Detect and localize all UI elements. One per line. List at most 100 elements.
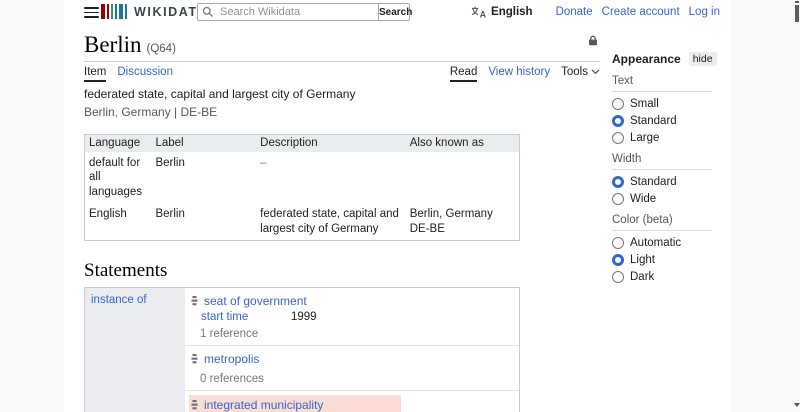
appearance-section-label: Text xyxy=(612,75,712,92)
radio-icon[interactable] xyxy=(612,271,624,283)
language-selector[interactable]: A English xyxy=(471,6,533,18)
property-link-instance-of[interactable]: instance of xyxy=(91,294,147,306)
radio-icon[interactable] xyxy=(612,115,624,127)
statement-qualifiers: start time 1999 xyxy=(201,311,519,323)
appearance-section: Color (beta) Automatic Light Dark xyxy=(612,214,712,283)
tab-item[interactable]: Item xyxy=(84,66,107,82)
statement-references-toggle[interactable]: 0 references xyxy=(200,373,519,385)
appearance-section-label: Width xyxy=(612,153,712,170)
radio-label: Light xyxy=(630,254,655,266)
cell-description: – xyxy=(260,157,267,169)
user-link-log-in[interactable]: Log in xyxy=(689,6,720,18)
qualifier: start time 1999 xyxy=(201,311,519,323)
scrollbar-down-arrow-icon[interactable] xyxy=(794,403,800,410)
radio-icon[interactable] xyxy=(612,98,624,110)
tab-discussion[interactable]: Discussion xyxy=(117,66,173,78)
qualifier-property-link[interactable]: start time xyxy=(201,311,291,323)
radio-option-color-beta-dark[interactable]: Dark xyxy=(612,271,712,283)
page: WIKIDATA Search A English Donat xyxy=(64,0,731,412)
search-button[interactable]: Search xyxy=(378,3,412,21)
statement-value-link[interactable]: seat of government xyxy=(204,294,307,308)
rank-icon[interactable] xyxy=(191,399,198,411)
statement-value-link[interactable]: integrated municipality xyxy=(204,398,323,412)
scrollbar-thumb[interactable] xyxy=(795,5,799,22)
radio-icon[interactable] xyxy=(612,193,624,205)
radio-option-width-wide[interactable]: Wide xyxy=(612,193,712,205)
radio-icon[interactable] xyxy=(612,176,624,188)
statements-list: instance of seat of government start tim… xyxy=(84,286,600,412)
content-area: Berlin (Q64) Item Discussion Read View hist… xyxy=(64,26,620,412)
statement-group: instance of seat of government start tim… xyxy=(84,286,520,412)
vertical-scrollbar[interactable] xyxy=(794,0,800,412)
radio-label: Standard xyxy=(630,176,677,188)
search-input[interactable] xyxy=(197,3,379,21)
rank-icon[interactable] xyxy=(191,295,198,307)
qualifier-value: 1999 xyxy=(291,310,317,323)
column-header-description: Description xyxy=(256,134,406,152)
tab-read[interactable]: Read xyxy=(449,66,478,82)
statement-property-cell: instance of xyxy=(85,287,185,412)
radio-label: Wide xyxy=(630,193,657,205)
radio-option-text-large[interactable]: Large xyxy=(612,132,712,144)
radio-label: Automatic xyxy=(630,237,682,249)
column-header-also-known-as: Also known as xyxy=(405,134,520,152)
tab-view-history[interactable]: View history xyxy=(488,66,550,78)
statements-heading: Statements xyxy=(84,259,168,281)
statement-mainsnak: seat of government xyxy=(189,292,519,310)
tab-tools[interactable]: Tools xyxy=(561,66,600,78)
cell-description: federated state, capital and largest cit… xyxy=(260,208,399,235)
radio-icon[interactable] xyxy=(612,237,624,249)
cell-also-known-as xyxy=(406,152,520,203)
statement-claims: seat of government start time 1999 1 ref… xyxy=(185,288,519,412)
radio-option-width-standard[interactable]: Standard xyxy=(612,176,712,188)
statement: integrated municipality 1 reference xyxy=(185,389,519,412)
radio-option-color-beta-light[interactable]: Light xyxy=(612,254,712,266)
statement-mainsnak: metropolis xyxy=(189,350,519,368)
wikidata-logo-barcode-icon xyxy=(101,4,129,19)
svg-text:A: A xyxy=(480,10,487,18)
terms-table: Language Label Description Also known as de… xyxy=(84,134,520,241)
scrollbar-up-arrow[interactable] xyxy=(795,1,799,3)
statement: metropolis 0 references xyxy=(185,344,519,390)
statement-mainsnak: integrated municipality xyxy=(189,394,401,412)
terms-table-header-row: Language Label Description Also known as xyxy=(84,134,520,152)
radio-option-color-beta-automatic[interactable]: Automatic xyxy=(612,237,712,249)
language-label: English xyxy=(491,6,533,18)
statement-references-toggle[interactable]: 1 reference xyxy=(200,328,519,340)
appearance-title: Appearance xyxy=(612,52,681,66)
protection-lock-icon xyxy=(588,35,598,49)
user-link-create-account[interactable]: Create account xyxy=(602,6,680,18)
cell-label: Berlin xyxy=(155,208,185,221)
cell-language: default for all languages xyxy=(89,157,143,198)
rank-icon[interactable] xyxy=(191,353,198,365)
search-icon xyxy=(202,6,214,18)
topbar: WIKIDATA Search A English Donat xyxy=(64,0,731,26)
radio-option-text-small[interactable]: Small xyxy=(612,98,712,110)
tabs-right: Read View history Tools xyxy=(449,66,600,82)
radio-icon[interactable] xyxy=(612,254,624,266)
menu-icon[interactable] xyxy=(84,7,99,18)
column-header-language: Language xyxy=(84,134,152,152)
statement-value-link[interactable]: metropolis xyxy=(204,352,259,366)
wikidata-logo[interactable]: WIKIDATA xyxy=(101,4,207,19)
radio-option-text-standard[interactable]: Standard xyxy=(612,115,712,127)
radio-icon[interactable] xyxy=(612,132,624,144)
cell-also-known-as: Berlin, Germany DE-BE xyxy=(409,208,493,235)
radio-label: Dark xyxy=(630,271,655,283)
column-header-label: Label xyxy=(151,134,257,152)
tab-bar: Item Discussion Read View history Tools xyxy=(84,62,600,82)
page-title: Berlin xyxy=(84,32,142,57)
search-box: Search xyxy=(197,3,412,21)
chevron-down-icon xyxy=(591,69,600,75)
terms-table-body: default for all languages Berlin – Engli… xyxy=(85,152,520,240)
table-row: English Berlin federated state, capital … xyxy=(85,203,520,240)
appearance-section-label: Color (beta) xyxy=(612,214,712,231)
table-row: default for all languages Berlin – xyxy=(85,152,520,203)
language-icon: A xyxy=(471,6,487,18)
appearance-hide-button[interactable]: hide xyxy=(688,52,717,66)
statement: seat of government start time 1999 1 ref… xyxy=(185,288,519,345)
user-link-donate[interactable]: Donate xyxy=(556,6,593,18)
entity-id: (Q64) xyxy=(146,43,176,55)
cell-language: English xyxy=(89,208,127,221)
radio-label: Small xyxy=(630,98,659,110)
